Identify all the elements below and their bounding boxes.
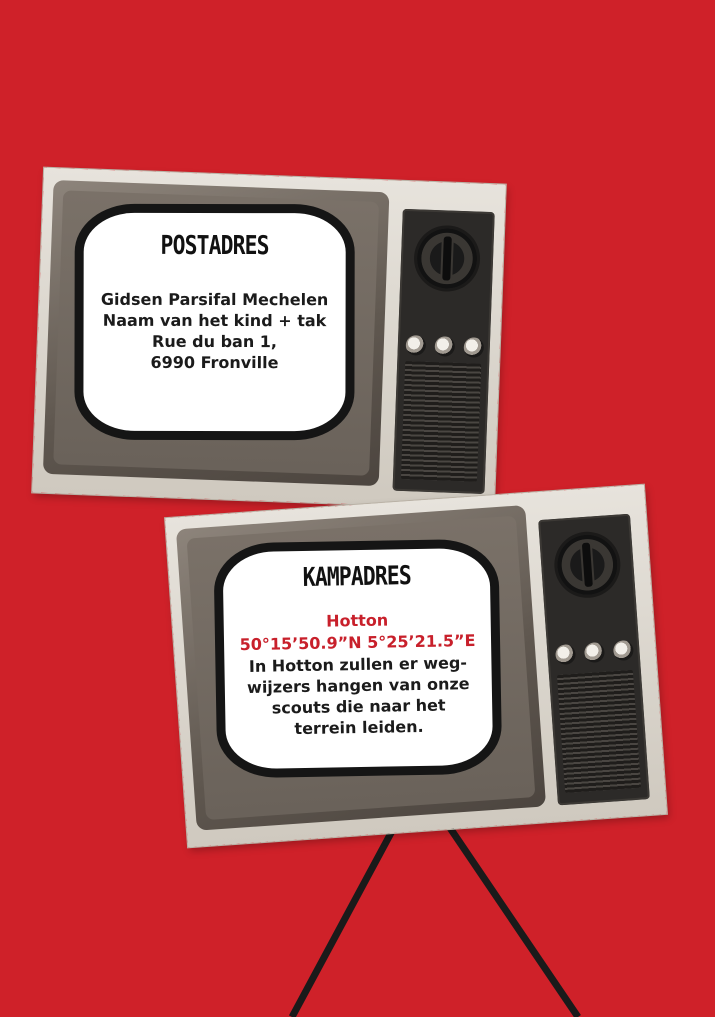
postadres-line-3: Rue du ban 1, (152, 331, 278, 352)
brightness-knob-icon (434, 336, 456, 357)
stand-leg-left (288, 818, 402, 1017)
tv-postadres: POSTADRES Gidsen Parsifal Mechelen Naam … (32, 167, 506, 510)
small-knobs (405, 335, 485, 358)
tv-screen-kampadres: KAMPADRES Hotton 50°15’50.9”N 5°25’21.5”… (213, 538, 503, 779)
dial-knob-icon (415, 227, 479, 290)
postadres-line-2: Naam van het kind + tak (102, 310, 327, 331)
knob-labels (552, 624, 634, 630)
dial-knob-icon (555, 532, 620, 597)
kampadres-line-4: terrein leiden. (294, 716, 424, 739)
tv-control-panel (392, 208, 495, 494)
postadres-line-1: Gidsen Parsifal Mechelen (100, 289, 329, 310)
contrast-knob-icon (405, 335, 427, 356)
knob-labels (405, 319, 487, 322)
tv-kampadres: KAMPADRES Hotton 50°15’50.9”N 5°25’21.5”… (165, 484, 667, 848)
kampadres-place: Hotton (325, 610, 389, 631)
tv-screen-postadres: POSTADRES Gidsen Parsifal Mechelen Naam … (74, 203, 355, 441)
postadres-line-4: 6990 Fronville (150, 352, 279, 373)
speaker-grille (400, 361, 482, 482)
volume-knob-icon (463, 337, 485, 358)
kampadres-line-3: scouts die naar het (271, 695, 446, 718)
tv-control-panel (538, 513, 650, 806)
contrast-knob-icon (554, 643, 577, 666)
volume-knob-icon (612, 639, 635, 662)
speaker-grille (556, 669, 642, 793)
postadres-title: POSTADRES (160, 230, 269, 262)
brightness-knob-icon (583, 641, 606, 664)
small-knobs (554, 639, 635, 666)
kampadres-title: KAMPADRES (302, 561, 411, 593)
stand-leg-right (443, 820, 581, 1017)
